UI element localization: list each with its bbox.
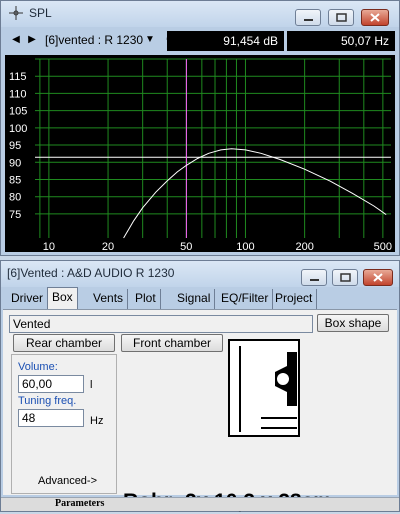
volume-unit: l (90, 379, 93, 391)
box-minimize-button[interactable] (301, 269, 327, 286)
status-bar: Parameters (1, 497, 399, 511)
next-arrow-icon[interactable]: ▶ (25, 31, 39, 49)
rear-chamber-button[interactable]: Rear chamber (13, 334, 115, 352)
y-tick-label: 75 (9, 209, 21, 221)
tab-project[interactable]: Project (271, 289, 318, 309)
parameter-group: Volume: 60,00 l Tuning freq. 48 Hz Advan… (11, 354, 117, 494)
spl-toolbar: ◀ ▶ [6]vented : R 1230 ▼ ▪ 91,454 dB 50,… (5, 29, 395, 53)
close-icon (370, 13, 380, 22)
prev-arrow-icon[interactable]: ◀ (9, 31, 23, 49)
tab-box[interactable]: Box (47, 287, 78, 309)
x-tick-label: 50 (180, 241, 192, 252)
spl-titlebar[interactable]: SPL (1, 1, 399, 27)
maximize-icon (336, 13, 347, 22)
status-label: Parameters (55, 498, 105, 509)
tab-signal[interactable]: Signal (173, 289, 216, 309)
y-tick-label: 110 (9, 88, 27, 100)
spl-chart[interactable]: 75 80 85 90 95 100 105 110 115 10 20 50 100 200 500 (5, 55, 395, 252)
x-tick-label: 200 (295, 241, 313, 252)
box-tab-panel: Vented Box shape Rear chamber Front cham… (3, 309, 397, 513)
y-tick-label: 80 (9, 192, 21, 204)
volume-input[interactable]: 60,00 (18, 375, 84, 393)
minimize-button[interactable] (295, 9, 321, 26)
box-window-title: [6]Vented : A&D AUDIO R 1230 (7, 266, 175, 280)
tuning-input[interactable]: 48 (18, 409, 84, 427)
tab-driver[interactable]: Driver (7, 289, 48, 309)
x-tick-label: 100 (236, 241, 254, 252)
tab-eq-filter[interactable]: EQ/Filter (217, 289, 274, 309)
tuning-unit: Hz (90, 415, 104, 427)
box-shape-button[interactable]: Box shape (317, 314, 389, 332)
crosshair-icon (9, 6, 23, 20)
dropdown-arrow-icon[interactable]: ▼ (143, 31, 157, 49)
advanced-button[interactable]: Advanced-> (38, 475, 97, 487)
minimize-icon (310, 279, 319, 281)
close-icon (373, 273, 383, 282)
x-tick-label: 10 (43, 241, 55, 252)
box-window: [6]Vented : A&D AUDIO R 1230 Driver Box … (0, 260, 400, 513)
x-tick-label: 500 (374, 241, 392, 252)
volume-label: Volume: (18, 361, 58, 373)
y-tick-label: 100 (9, 123, 27, 135)
y-tick-label: 95 (9, 140, 21, 152)
y-tick-label: 90 (9, 157, 21, 169)
box-titlebar[interactable]: [6]Vented : A&D AUDIO R 1230 (1, 261, 399, 287)
frequency-readout: 50,07 Hz (287, 31, 395, 51)
tab-bar: Driver Box Vents Plot Signal EQ/Filter P… (7, 287, 397, 309)
level-readout: 91,454 dB (167, 31, 284, 51)
front-chamber-button[interactable]: Front chamber (121, 334, 223, 352)
y-tick-label: 115 (9, 71, 27, 83)
item-selector[interactable]: [6]vented : R 1230 (45, 33, 143, 47)
maximize-button[interactable] (328, 9, 354, 26)
box-type-field[interactable]: Vented (9, 315, 313, 333)
box-close-button[interactable] (363, 269, 393, 286)
tab-plot[interactable]: Plot (131, 289, 161, 309)
box-maximize-button[interactable] (332, 269, 358, 286)
y-tick-label: 105 (9, 106, 27, 118)
box-diagram (228, 339, 300, 437)
maximize-icon (340, 273, 351, 282)
spl-window: SPL ◀ ▶ [6]vented : R 1230 ▼ ▪ 91,454 dB… (0, 0, 400, 256)
tuning-label: Tuning freq. (18, 395, 77, 407)
x-tick-label: 20 (102, 241, 114, 252)
minimize-icon (304, 19, 313, 21)
close-button[interactable] (361, 9, 389, 26)
y-tick-label: 85 (9, 174, 21, 186)
spl-window-title: SPL (29, 6, 52, 20)
tab-vents[interactable]: Vents (89, 289, 129, 309)
